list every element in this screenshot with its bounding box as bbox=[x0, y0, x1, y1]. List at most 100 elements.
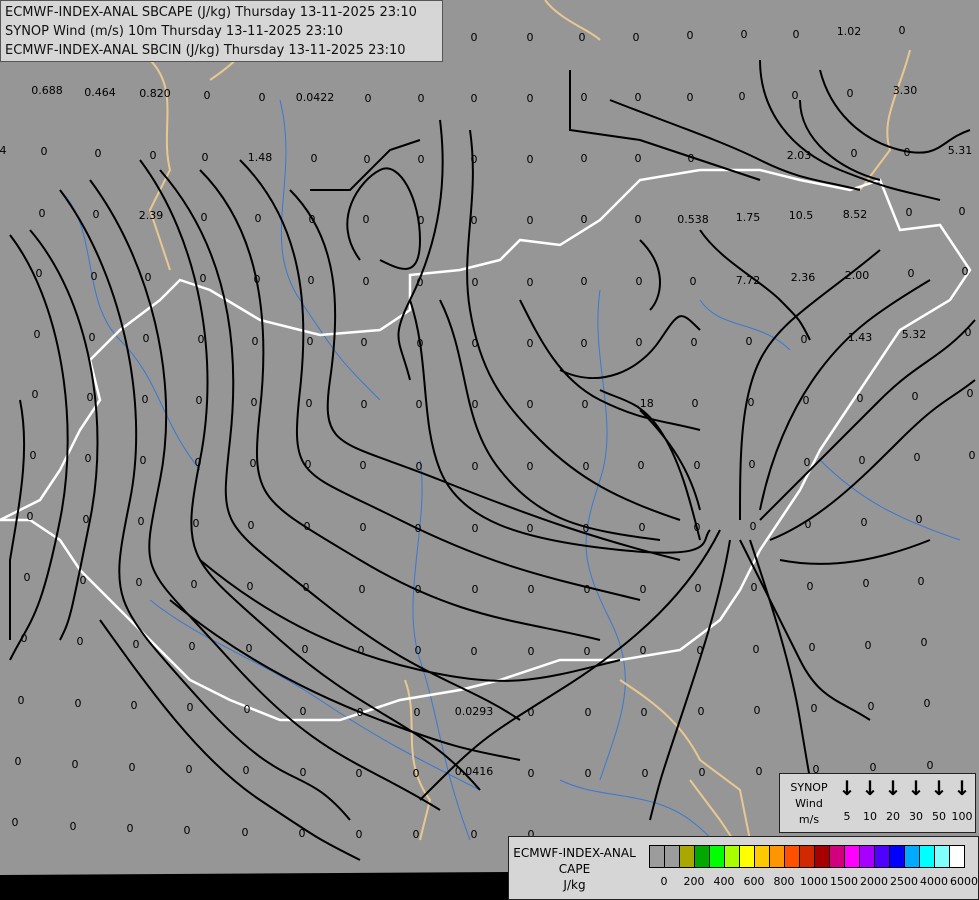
cape-value-label: 0 bbox=[244, 703, 251, 716]
cape-value-label: 0 bbox=[259, 91, 266, 104]
cape-value-label: 10.5 bbox=[789, 209, 814, 222]
cape-value-label: 1.48 bbox=[248, 151, 273, 164]
title-cin: ECMWF-INDEX-ANAL SBCIN (J/kg) Thursday 1… bbox=[5, 43, 406, 58]
cape-value-label: 0 bbox=[359, 583, 366, 596]
cape-color-scale bbox=[649, 845, 965, 868]
cape-value-label: 0 bbox=[417, 337, 424, 350]
cape-value-label: 2.39 bbox=[139, 209, 164, 222]
cape-scale-tick: 1000 bbox=[800, 875, 828, 888]
down-arrow-icon: ↓ bbox=[884, 776, 902, 800]
cape-value-label: 0 bbox=[472, 398, 479, 411]
cape-value-label: 0 bbox=[304, 520, 311, 533]
cape-value-label: 0 bbox=[639, 521, 646, 534]
cape-value-label: 0 bbox=[254, 273, 261, 286]
cape-value-label: 0 bbox=[792, 89, 799, 102]
cape-value-label: 0 bbox=[969, 449, 976, 462]
map-title-box: ECMWF-INDEX-ANAL SBCAPE (J/kg) Thursday … bbox=[0, 0, 443, 62]
cape-value-label: 0 bbox=[636, 336, 643, 349]
cape-value-label: 0 bbox=[579, 31, 586, 44]
wind-legend-title-3: m/s bbox=[798, 813, 820, 826]
weather-map[interactable]: 0.688 0.464 0.820 0 0 0.0422 0 0 0 0 0 0 0 0 0 0 3.30 0 0 0… bbox=[0, 0, 979, 900]
cape-value-label: 0 bbox=[751, 581, 758, 594]
cape-value-label: 8.52 bbox=[843, 208, 868, 221]
cape-color-swatch bbox=[755, 846, 770, 867]
cape-value-label: 0 bbox=[39, 207, 46, 220]
cape-value-label: 0 bbox=[189, 640, 196, 653]
cape-value-label: 0 bbox=[129, 761, 136, 774]
cape-value-label: 0 bbox=[311, 152, 318, 165]
cape-value-label: 0 bbox=[246, 642, 253, 655]
cape-value-label: 0 bbox=[583, 522, 590, 535]
cape-value-label: 0 bbox=[87, 391, 94, 404]
cape-color-swatch bbox=[800, 846, 815, 867]
cape-value-label: 0 bbox=[863, 577, 870, 590]
cape-scale-tick: 2000 bbox=[860, 875, 888, 888]
cape-value-label: 0 bbox=[93, 208, 100, 221]
cape-value-label: 3.30 bbox=[893, 84, 918, 97]
cape-scale-tick: 1500 bbox=[830, 875, 858, 888]
cape-value-label: 0 bbox=[21, 632, 28, 645]
cape-value-label: 0 bbox=[80, 574, 87, 587]
cape-value-label: 0 bbox=[527, 31, 534, 44]
cape-value-label: 0 bbox=[697, 644, 704, 657]
cape-color-swatch bbox=[680, 846, 695, 867]
cape-value-label: 0 bbox=[811, 702, 818, 715]
cape-value-label: 0 bbox=[255, 212, 262, 225]
cape-value-label: 0 bbox=[36, 267, 43, 280]
cape-value-label: 0 bbox=[908, 267, 915, 280]
cape-value-label: 0 bbox=[414, 706, 421, 719]
cape-value-label: 0 bbox=[418, 153, 425, 166]
cape-value-label: 0 bbox=[642, 767, 649, 780]
down-arrow-icon: ↓ bbox=[838, 776, 856, 800]
cape-value-label: 0 bbox=[581, 337, 588, 350]
cape-value-label: 0 bbox=[921, 636, 928, 649]
cape-value-label: 0 bbox=[527, 276, 534, 289]
cape-color-swatch bbox=[920, 846, 935, 867]
cape-value-label: 0 bbox=[12, 816, 19, 829]
cape-value-label: 0.464 bbox=[84, 86, 116, 99]
cape-value-label: 0 bbox=[187, 701, 194, 714]
cape-value-label: 0 bbox=[363, 213, 370, 226]
cape-value-label: 0.538 bbox=[677, 213, 709, 226]
cape-value-label: 0 bbox=[528, 706, 535, 719]
cape-value-label: 0 bbox=[641, 706, 648, 719]
cape-value-label: 0 bbox=[640, 644, 647, 657]
cape-value-label: 0 bbox=[528, 583, 535, 596]
cape-value-label: 0 bbox=[527, 522, 534, 535]
cape-value-label: 0 bbox=[85, 452, 92, 465]
wind-legend-title: SYNOP Wind m/s bbox=[784, 780, 834, 828]
cape-value-label: 0 bbox=[34, 328, 41, 341]
cape-value-label: 2.00 bbox=[845, 269, 870, 282]
cape-value-label: 0 bbox=[527, 398, 534, 411]
cape-value-label: 0 bbox=[138, 515, 145, 528]
cape-value-label: 0 bbox=[688, 152, 695, 165]
cape-legend-title-3: J/kg bbox=[563, 878, 586, 892]
cape-value-label: 0 bbox=[965, 326, 972, 339]
cape-value-label: 0 bbox=[750, 520, 757, 533]
cape-value-label: 0 bbox=[18, 694, 25, 707]
cape-value-label: 0 bbox=[306, 397, 313, 410]
cape-value-label: 0 bbox=[581, 213, 588, 226]
cape-value-label: 0 bbox=[360, 521, 367, 534]
cape-value-label: 0 bbox=[191, 578, 198, 591]
cape-value-label: 0 bbox=[356, 828, 363, 841]
cape-value-label: 0 bbox=[582, 398, 589, 411]
cape-value-label: 0 bbox=[698, 705, 705, 718]
down-arrow-icon: ↓ bbox=[953, 776, 971, 800]
cape-value-label: 2.36 bbox=[791, 271, 816, 284]
cape-value-label: 0 bbox=[804, 456, 811, 469]
wind-legend: SYNOP Wind m/s ↓ 5 ↓ 10 ↓ 20 ↓ 30 ↓ 50 ↓ 100 bbox=[779, 773, 976, 833]
cape-value-label: 0 bbox=[803, 394, 810, 407]
cape-value-label: 0 bbox=[418, 92, 425, 105]
cape-value-label: 0 bbox=[363, 275, 370, 288]
cape-value-label: 0 bbox=[413, 767, 420, 780]
cape-color-swatch bbox=[890, 846, 905, 867]
cape-value-label: 0 bbox=[918, 575, 925, 588]
cape-value-label: 0 bbox=[308, 274, 315, 287]
cape-value-label: 0 bbox=[583, 460, 590, 473]
cape-value-label: 0 bbox=[527, 214, 534, 227]
cape-value-label: 0 bbox=[959, 205, 966, 218]
cape-value-label: 2.03 bbox=[787, 149, 812, 162]
cape-value-label: 0.0422 bbox=[296, 91, 335, 104]
cape-color-swatch bbox=[740, 846, 755, 867]
